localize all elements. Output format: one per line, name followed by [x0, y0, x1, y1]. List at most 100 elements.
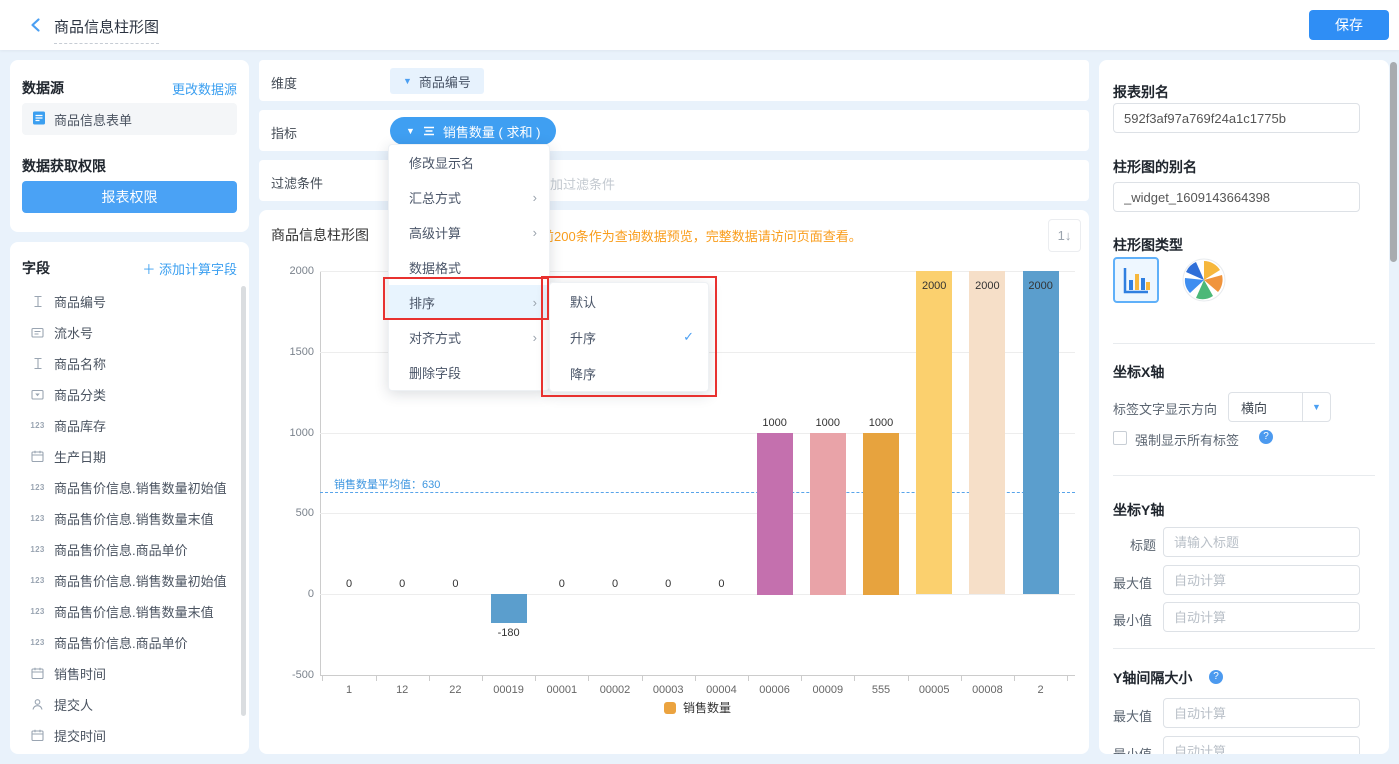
- back-icon[interactable]: [28, 17, 44, 33]
- submenu-item-降序[interactable]: 降序: [550, 355, 708, 391]
- field-label: 商品售价信息.销售数量末值: [54, 602, 214, 621]
- topbar: 商品信息柱形图 保存: [0, 0, 1399, 50]
- interval-min-input[interactable]: [1163, 736, 1360, 754]
- bar-00006[interactable]: [757, 433, 793, 595]
- bar-value-label: 2000: [1028, 280, 1052, 292]
- submenu-item-默认[interactable]: 默认: [550, 283, 708, 319]
- y-tick-label: 0: [259, 588, 314, 600]
- gridline: [320, 513, 1075, 514]
- field-item[interactable]: 123商品售价信息.销售数量初始值: [22, 565, 237, 596]
- field-label: 提交时间: [54, 726, 106, 745]
- field-item[interactable]: 商品编号: [22, 286, 237, 317]
- bar-00005[interactable]: [916, 271, 952, 594]
- dimension-tag-label: 商品编号: [419, 72, 471, 91]
- field-item[interactable]: 生产日期: [22, 441, 237, 472]
- report-permission-button[interactable]: 报表权限: [22, 181, 237, 213]
- fields-scrollbar[interactable]: [241, 286, 246, 716]
- x-tick-mark: [748, 676, 749, 681]
- bar-00008[interactable]: [969, 271, 1005, 594]
- y-max-input[interactable]: [1163, 565, 1360, 595]
- menu-item-删除字段[interactable]: 删除字段: [389, 355, 549, 390]
- field-item[interactable]: 提交时间: [22, 720, 237, 751]
- menu-item-数据格式[interactable]: 数据格式: [389, 250, 549, 285]
- menu-item-修改显示名[interactable]: 修改显示名: [389, 145, 549, 180]
- average-line-label: 销售数量平均值：630: [334, 476, 440, 492]
- change-datasource-link[interactable]: 更改数据源: [172, 79, 237, 98]
- metric-row: 指标 ▼ 销售数量 ( 求和 ): [259, 110, 1089, 151]
- field-item[interactable]: 商品名称: [22, 348, 237, 379]
- chart-type-bar-icon[interactable]: [1113, 257, 1159, 303]
- menu-item-label: 数据格式: [409, 258, 461, 277]
- bar-00019[interactable]: [491, 594, 527, 623]
- bar-555[interactable]: [863, 433, 899, 595]
- submenu-item-升序[interactable]: 升序✓: [550, 319, 708, 355]
- report-alias-label: 报表别名: [1113, 82, 1169, 102]
- widget-alias-input[interactable]: [1113, 182, 1360, 212]
- label-direction-value: 横向: [1229, 398, 1302, 417]
- submenu-item-label: 默认: [570, 292, 596, 311]
- field-item[interactable]: 123商品售价信息.销售数量末值: [22, 503, 237, 534]
- x-tick-label: 00009: [813, 684, 844, 696]
- field-item[interactable]: 提交人: [22, 689, 237, 720]
- dimension-tag[interactable]: ▼ 商品编号: [390, 68, 484, 94]
- add-calc-field-link[interactable]: ＋ 添加计算字段: [142, 259, 237, 278]
- save-button[interactable]: 保存: [1309, 10, 1389, 40]
- xaxis-section-title: 坐标X轴: [1113, 362, 1164, 382]
- y-min-input[interactable]: [1163, 602, 1360, 632]
- chart-legend[interactable]: 销售数量: [320, 699, 1075, 716]
- field-item[interactable]: 123商品售价信息.销售数量初始值: [22, 472, 237, 503]
- bar-value-label: 0: [346, 578, 352, 590]
- question-icon[interactable]: ?: [1259, 430, 1273, 444]
- chart-type-pie-icon[interactable]: [1181, 257, 1227, 303]
- field-label: 生产日期: [54, 447, 106, 466]
- interval-min-label: 最小值: [1113, 744, 1152, 754]
- field-item[interactable]: 123商品售价信息.销售数量末值: [22, 596, 237, 627]
- field-item[interactable]: 商品分类: [22, 379, 237, 410]
- page-scrollbar[interactable]: [1390, 62, 1397, 262]
- question-icon[interactable]: ?: [1209, 670, 1223, 684]
- field-item[interactable]: 销售时间: [22, 658, 237, 689]
- menu-item-高级计算[interactable]: 高级计算›: [389, 215, 549, 250]
- number-icon: 123: [30, 638, 45, 647]
- x-tick-mark: [588, 676, 589, 681]
- metric-tag[interactable]: ▼ 销售数量 ( 求和 ): [390, 117, 556, 145]
- x-tick-label: 00005: [919, 684, 950, 696]
- x-tick-label: 12: [396, 684, 408, 696]
- force-labels-checkbox[interactable]: [1113, 431, 1127, 445]
- menu-item-汇总方式[interactable]: 汇总方式›: [389, 180, 549, 215]
- caret-down-icon: ▼: [1302, 393, 1330, 421]
- field-label: 流水号: [54, 323, 93, 342]
- bar-00009[interactable]: [810, 433, 846, 595]
- y-min-label: 最小值: [1113, 610, 1152, 629]
- x-tick-label: 00006: [759, 684, 790, 696]
- field-item[interactable]: 123商品售价信息.商品单价: [22, 627, 237, 658]
- average-line: [320, 492, 1075, 493]
- datasource-table-name: 商品信息表单: [54, 110, 132, 129]
- interval-max-input[interactable]: [1163, 698, 1360, 728]
- legend-label: 销售数量: [683, 699, 731, 716]
- x-tick-mark: [854, 676, 855, 681]
- interval-max-label: 最大值: [1113, 706, 1152, 725]
- field-label: 商品名称: [54, 354, 106, 373]
- metric-tag-label: 销售数量 ( 求和 ): [443, 122, 541, 141]
- filter-placeholder[interactable]: 加过滤条件: [550, 174, 615, 193]
- y-tick-label: 1500: [259, 346, 314, 358]
- field-item[interactable]: 123商品库存: [22, 410, 237, 441]
- field-item[interactable]: 123商品售价信息.商品单价: [22, 534, 237, 565]
- axis-title-input[interactable]: [1163, 527, 1360, 557]
- submenu-item-label: 降序: [570, 364, 596, 383]
- x-tick-label: 00008: [972, 684, 1003, 696]
- field-label: 商品编号: [54, 292, 106, 311]
- y-tick-label: -500: [259, 669, 314, 681]
- datasource-table-chip[interactable]: 商品信息表单: [22, 103, 237, 135]
- bar-2[interactable]: [1023, 271, 1059, 594]
- menu-item-排序[interactable]: 排序›: [389, 285, 549, 320]
- label-direction-select[interactable]: 横向 ▼: [1228, 392, 1331, 422]
- report-alias-input[interactable]: [1113, 103, 1360, 133]
- x-tick-label: 1: [346, 684, 352, 696]
- field-item[interactable]: 流水号: [22, 317, 237, 348]
- menu-item-对齐方式[interactable]: 对齐方式›: [389, 320, 549, 355]
- date-icon: [30, 450, 45, 463]
- x-tick-label: 00001: [547, 684, 578, 696]
- number-icon: 123: [30, 421, 45, 430]
